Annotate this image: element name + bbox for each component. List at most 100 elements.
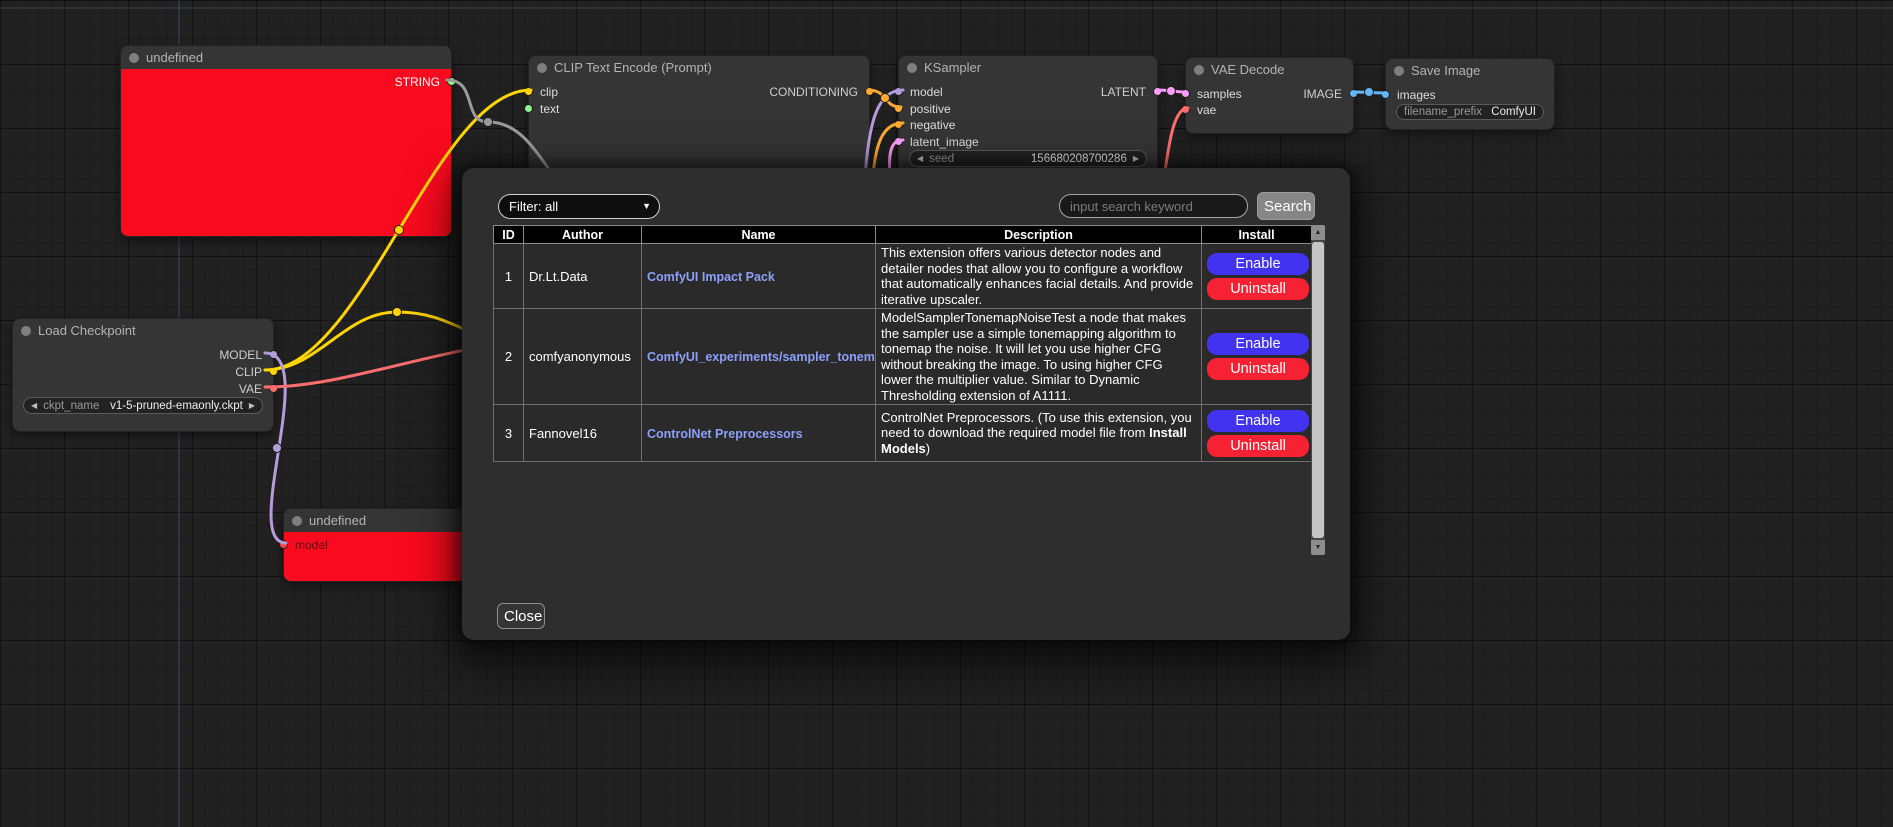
node-title-bar[interactable]: Save Image (1386, 59, 1554, 82)
extension-link[interactable]: ControlNet Preprocessors (647, 427, 803, 441)
positive-port-dot[interactable] (894, 104, 903, 113)
node-save-image[interactable]: Save Image images filename_prefix ComfyU… (1385, 58, 1555, 130)
node-title-bar[interactable]: KSampler (899, 56, 1157, 79)
uninstall-button[interactable]: Uninstall (1207, 435, 1309, 457)
header-author: Author (524, 226, 642, 244)
input-port-model[interactable]: model (279, 539, 328, 550)
collapse-dot-icon[interactable] (1394, 66, 1404, 76)
table-row: 1 Dr.Lt.Data ComfyUI Impact Pack This ex… (494, 244, 1312, 309)
conditioning-port-dot[interactable] (865, 87, 874, 96)
decrement-arrow-icon[interactable]: ◀ (917, 155, 923, 163)
cell-id: 3 (494, 405, 524, 462)
collapse-dot-icon[interactable] (21, 326, 31, 336)
node-ksampler[interactable]: KSampler model positive negative latent_… (898, 55, 1158, 177)
output-port-latent[interactable]: LATENT (1101, 86, 1162, 97)
latent-port-dot[interactable] (894, 137, 903, 146)
seed-widget[interactable]: ◀ seed 156680208700286 ▶ (909, 150, 1147, 167)
input-label: latent_image (910, 135, 979, 149)
header-id: ID (494, 226, 524, 244)
input-port-images[interactable]: images (1381, 89, 1436, 100)
input-port-positive[interactable]: positive (894, 103, 951, 114)
close-button[interactable]: Close (497, 603, 545, 629)
input-port-clip[interactable]: clip (524, 86, 558, 97)
uninstall-button[interactable]: Uninstall (1207, 358, 1309, 380)
output-port-conditioning[interactable]: CONDITIONING (769, 86, 874, 97)
clip-out-port-dot[interactable] (269, 367, 278, 376)
output-port-clip[interactable]: CLIP (235, 366, 278, 377)
vae-port-dot[interactable] (1181, 105, 1190, 114)
input-port-text[interactable]: text (524, 103, 559, 114)
collapse-dot-icon[interactable] (129, 53, 139, 63)
table-header-row: ID Author Name Description Install (494, 226, 1312, 244)
output-port-model[interactable]: MODEL (219, 349, 278, 360)
search-button[interactable]: Search (1257, 192, 1315, 220)
collapse-dot-icon[interactable] (292, 516, 302, 526)
samples-port-dot[interactable] (1181, 89, 1190, 98)
node-title: Load Checkpoint (38, 323, 136, 338)
model-out-port-dot[interactable] (269, 350, 278, 359)
input-label: negative (910, 118, 955, 132)
table-row: 2 comfyanonymous ComfyUI_experiments/sam… (494, 309, 1312, 405)
next-arrow-icon[interactable]: ▶ (249, 402, 255, 410)
input-port-latent-image[interactable]: latent_image (894, 136, 979, 147)
filter-select-wrap: Filter: all ▼ (498, 194, 660, 219)
image-port-dot[interactable] (1349, 89, 1358, 98)
node-title-bar[interactable]: undefined (284, 509, 484, 532)
collapse-dot-icon[interactable] (1194, 65, 1204, 75)
extension-link[interactable]: ComfyUI_experiments/sampler_tonemap (647, 350, 876, 364)
cell-author: comfyanonymous (524, 309, 642, 405)
input-label: model (910, 85, 943, 99)
widget-label: seed (929, 153, 954, 165)
output-label: CONDITIONING (769, 85, 858, 99)
images-port-dot[interactable] (1381, 90, 1390, 99)
node-title-bar[interactable]: undefined (121, 46, 451, 69)
collapse-dot-icon[interactable] (537, 63, 547, 73)
filename-prefix-widget[interactable]: filename_prefix ComfyUI (1396, 104, 1544, 120)
enable-button[interactable]: Enable (1207, 410, 1309, 432)
input-port-negative[interactable]: negative (894, 119, 955, 130)
scroll-down-icon[interactable]: ▼ (1311, 540, 1325, 555)
node-title: KSampler (924, 60, 981, 75)
scroll-up-icon[interactable]: ▲ (1311, 225, 1325, 240)
node-title-bar[interactable]: Load Checkpoint (13, 319, 273, 342)
node-title: undefined (309, 513, 366, 528)
text-port-dot[interactable] (524, 104, 533, 113)
input-port-vae[interactable]: vae (1181, 104, 1216, 115)
model-port-dot[interactable] (279, 540, 288, 549)
input-label: model (295, 538, 328, 552)
node-title: VAE Decode (1211, 62, 1284, 77)
node-title-bar[interactable]: CLIP Text Encode (Prompt) (529, 56, 869, 79)
custom-nodes-manager-dialog: Filter: all ▼ Search ID Author Name Desc… (462, 168, 1350, 640)
node-vae-decode[interactable]: VAE Decode samples vae IMAGE (1185, 57, 1354, 134)
collapse-dot-icon[interactable] (907, 63, 917, 73)
output-port-image[interactable]: IMAGE (1303, 88, 1358, 99)
table-scrollbar[interactable]: ▲ ▼ (1311, 225, 1325, 555)
input-port-samples[interactable]: samples (1181, 88, 1242, 99)
input-label: clip (540, 85, 558, 99)
output-port-string[interactable]: STRING (395, 76, 456, 87)
node-undefined-bottom[interactable]: undefined model (283, 508, 485, 582)
node-undefined-top[interactable]: undefined STRING (120, 45, 452, 237)
negative-port-dot[interactable] (894, 120, 903, 129)
ckpt-name-widget[interactable]: ◀ ckpt_name v1-5-pruned-emaonly.ckpt ▶ (23, 397, 263, 414)
enable-button[interactable]: Enable (1207, 253, 1309, 275)
uninstall-button[interactable]: Uninstall (1207, 278, 1309, 300)
enable-button[interactable]: Enable (1207, 333, 1309, 355)
input-port-model[interactable]: model (894, 86, 943, 97)
increment-arrow-icon[interactable]: ▶ (1133, 155, 1139, 163)
node-title-bar[interactable]: VAE Decode (1186, 58, 1353, 81)
latent-out-port-dot[interactable] (1153, 87, 1162, 96)
output-port-vae[interactable]: VAE (239, 383, 278, 394)
input-label: positive (910, 102, 951, 116)
table-row: 3 Fannovel16 ControlNet Preprocessors Co… (494, 405, 1312, 462)
node-load-checkpoint[interactable]: Load Checkpoint MODEL CLIP VAE ◀ ckpt_na… (12, 318, 274, 432)
model-port-dot[interactable] (894, 87, 903, 96)
scrollbar-thumb[interactable] (1312, 242, 1324, 538)
prev-arrow-icon[interactable]: ◀ (31, 402, 37, 410)
vae-out-port-dot[interactable] (269, 384, 278, 393)
extension-link[interactable]: ComfyUI Impact Pack (647, 270, 775, 284)
clip-port-dot[interactable] (524, 87, 533, 96)
string-port-dot[interactable] (447, 77, 456, 86)
filter-select[interactable]: Filter: all (498, 194, 660, 219)
search-input[interactable] (1059, 194, 1248, 218)
